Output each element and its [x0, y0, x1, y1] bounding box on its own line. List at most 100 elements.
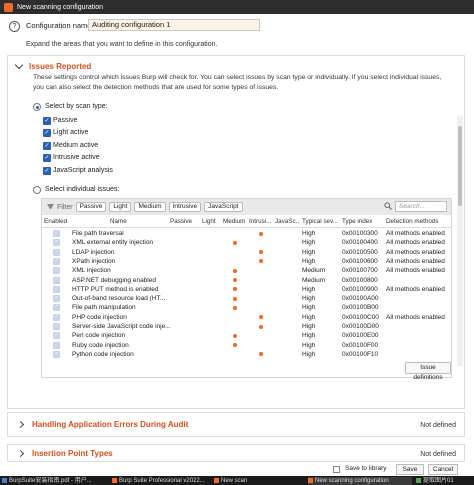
issue-detection: All methods enabled	[386, 248, 445, 256]
save-to-library-checkbox[interactable]	[333, 466, 340, 473]
issue-enabled-checkbox[interactable]: ✓	[53, 267, 60, 275]
issue-enabled-checkbox[interactable]: ✓	[53, 341, 60, 349]
application-errors-title: Handling Application Errors During Audit	[32, 420, 189, 429]
filter-chip-intrusive[interactable]: Intrusive	[168, 202, 202, 212]
scan-type-dot-icon	[259, 250, 263, 255]
taskbar-item[interactable]: 提取图片01	[416, 477, 472, 485]
issue-row[interactable]: ✓ Perl code injection High 0x00100E00	[42, 331, 451, 340]
section-scrollbar[interactable]	[457, 116, 463, 366]
burp-app-icon	[4, 2, 13, 12]
issue-enabled-checkbox[interactable]: ✓	[53, 323, 60, 330]
issue-type-index: 0x00100C00	[342, 313, 379, 321]
issues-section-header[interactable]: Issues Reported	[14, 60, 91, 71]
filter-icon[interactable]	[47, 203, 54, 211]
issue-row[interactable]: ✓ File path traversal High 0x00100300 All me…	[42, 229, 451, 238]
select-by-scan-type-radio[interactable]	[33, 103, 41, 111]
column-header[interactable]: Type index	[342, 218, 372, 225]
insertion-point-section[interactable]: Insertion Point Types Not defined	[7, 444, 465, 462]
column-header[interactable]: Detection methods	[386, 218, 439, 225]
insertion-point-title: Insertion Point Types	[32, 449, 113, 458]
issue-name: Perl code injection	[72, 332, 126, 340]
taskbar-item[interactable]: New scanning configuration	[308, 477, 412, 485]
issue-row[interactable]: ✓ LDAP injection High 0x00100500 All methods…	[42, 248, 451, 257]
taskbar-item[interactable]: New scan	[214, 477, 304, 485]
issue-name: Ruby code injection	[72, 341, 129, 349]
issue-row[interactable]: ✓ File path manipulation High 0x00100B00	[42, 303, 451, 312]
issue-row[interactable]: ✓ XPath injection High 0x00100600 All method…	[42, 257, 451, 266]
issue-enabled-checkbox[interactable]: ✓	[53, 239, 60, 247]
issue-name: LDAP injection	[72, 248, 115, 256]
column-header[interactable]: Medium	[223, 218, 245, 225]
scan-type-checkbox[interactable]: ✓	[43, 154, 51, 162]
issue-severity: High	[302, 285, 316, 293]
issue-enabled-checkbox[interactable]: ✓	[53, 304, 60, 312]
scan-type-dot-icon	[233, 240, 237, 245]
issue-severity: High	[302, 295, 316, 303]
issue-name: ASP.NET debugging enabled	[72, 276, 156, 284]
issue-enabled-checkbox[interactable]: ✓	[53, 276, 60, 284]
config-name-input[interactable]: Auditing configuration 1	[88, 19, 260, 31]
issue-severity: High	[302, 332, 316, 340]
taskbar-item[interactable]: Burp Suite Professional v2022...	[112, 477, 210, 485]
scan-type-checkbox[interactable]: ✓	[43, 117, 51, 125]
scan-type-dot-icon	[233, 343, 237, 348]
column-header[interactable]: Passive	[170, 218, 192, 225]
column-header[interactable]: Name	[110, 218, 127, 225]
column-header[interactable]: Typical sev...	[302, 218, 340, 225]
dialog-footer: Save to library Save Cancel	[0, 462, 474, 476]
issue-name: HTTP PUT method is enabled	[72, 285, 159, 293]
scan-type-label: Passive	[53, 117, 78, 124]
filter-chip-javascript[interactable]: JavaScript	[204, 202, 243, 212]
taskbar-item[interactable]: BurpSuite安装指南.pdf - 用户...	[2, 477, 106, 485]
issue-enabled-checkbox[interactable]: ✓	[53, 285, 60, 293]
issue-row[interactable]: ✓ PHP code injection High 0x00100C00 All met…	[42, 313, 451, 322]
issue-row[interactable]: ✓ Out-of-band resource load (HT... High 0x0…	[42, 294, 451, 303]
issue-enabled-checkbox[interactable]: ✓	[53, 350, 60, 358]
column-header[interactable]: JavaSc...	[275, 218, 300, 225]
column-header[interactable]: Intrusi...	[249, 218, 273, 225]
help-icon[interactable]: ?	[9, 21, 20, 32]
column-header[interactable]: Light	[202, 218, 216, 225]
issue-enabled-checkbox[interactable]: ✓	[53, 332, 60, 340]
column-header[interactable]: Enabled	[44, 218, 67, 225]
issue-type-index: 0x00100F10	[342, 350, 379, 358]
issues-filter-bar: Filter Passive Light Medium Intrusive Ja…	[42, 199, 451, 215]
select-by-scan-type-label: Select by scan type:	[45, 103, 108, 110]
scrollbar-thumb[interactable]	[458, 126, 462, 206]
issue-enabled-checkbox[interactable]: ✓	[53, 248, 60, 256]
cancel-button[interactable]: Cancel	[428, 464, 458, 475]
scan-type-dot-icon	[259, 231, 263, 236]
issues-table-body: ✓ File path traversal High 0x00100300 All me…	[42, 229, 451, 359]
scan-type-label: Medium active	[53, 142, 99, 149]
select-individual-issues-radio[interactable]	[33, 186, 41, 194]
issue-row[interactable]: ✓ ASP.NET debugging enabled Medium 0x001008…	[42, 276, 451, 285]
scan-type-checkbox[interactable]: ✓	[43, 129, 51, 137]
issue-row[interactable]: ✓ Server-side JavaScript code inje... High…	[42, 322, 451, 331]
scan-type-dot-icon	[233, 287, 237, 292]
issue-enabled-checkbox[interactable]: ✓	[53, 230, 60, 237]
filter-chip-passive[interactable]: Passive	[75, 202, 107, 212]
application-errors-status: Not defined	[420, 422, 456, 429]
issue-row[interactable]: ✓ Python code injection High 0x00100F10	[42, 350, 451, 359]
issue-row[interactable]: ✓ HTTP PUT method is enabled High 0x0010090…	[42, 285, 451, 294]
issue-row[interactable]: ✓ XML external entity injection High 0x0010…	[42, 238, 451, 247]
issue-row[interactable]: ✓ XML injection Medium 0x00100700 All method…	[42, 266, 451, 275]
issue-definitions-button[interactable]: Issue definitions	[405, 362, 451, 381]
filter-chip-medium[interactable]: Medium	[134, 202, 166, 212]
scan-type-checkbox[interactable]: ✓	[43, 167, 51, 175]
save-button[interactable]: Save	[396, 464, 424, 475]
scan-type-checkbox[interactable]: ✓	[43, 142, 51, 150]
issue-type-index: 0x00100300	[342, 230, 378, 237]
issues-search-input[interactable]: Search...	[395, 201, 447, 212]
filter-chip-light[interactable]: Light	[109, 202, 132, 212]
issue-enabled-checkbox[interactable]: ✓	[53, 257, 60, 265]
issue-row[interactable]: ✓ Ruby code injection High 0x00100F00	[42, 341, 451, 350]
filter-label: Filter	[57, 203, 73, 211]
issue-enabled-checkbox[interactable]: ✓	[53, 313, 60, 321]
issue-enabled-checkbox[interactable]: ✓	[53, 295, 60, 303]
issue-name: Python code injection	[72, 350, 134, 358]
application-errors-section[interactable]: Handling Application Errors During Audit…	[7, 412, 465, 437]
image-icon	[416, 477, 421, 483]
issues-section-description: These settings control which issues Burp…	[33, 74, 442, 91]
issue-name: File path manipulation	[72, 304, 136, 312]
